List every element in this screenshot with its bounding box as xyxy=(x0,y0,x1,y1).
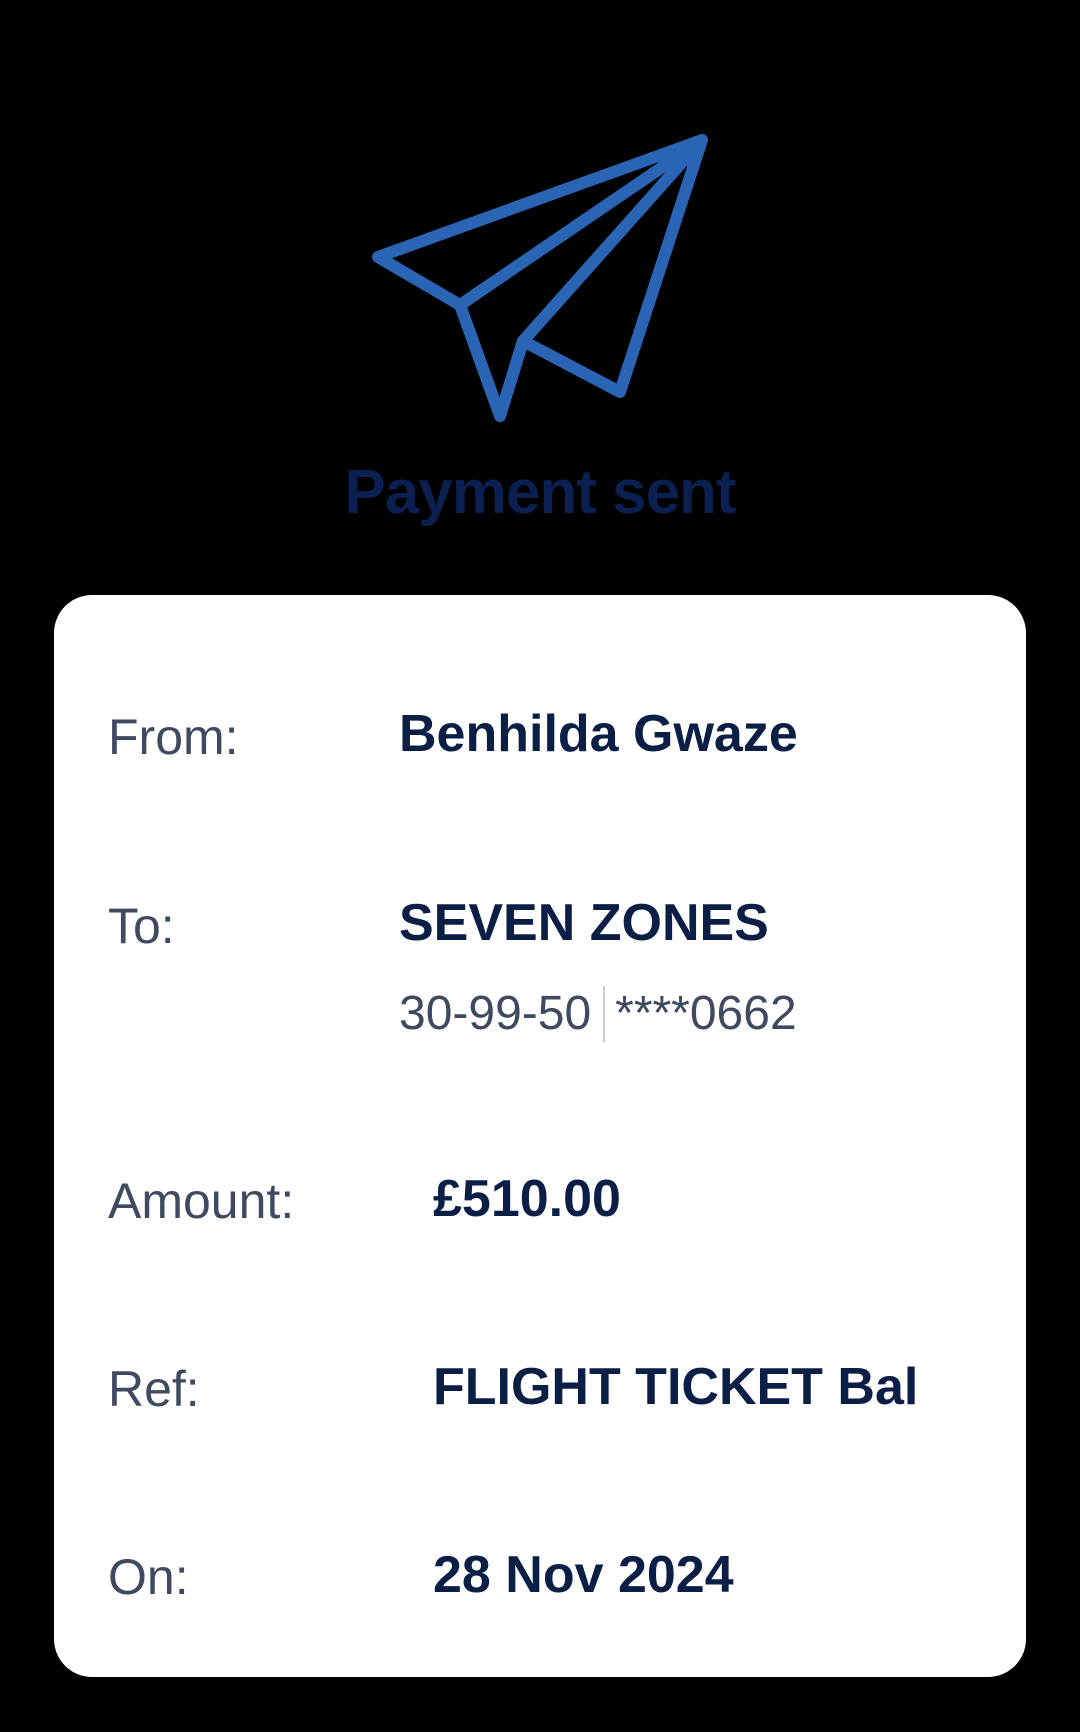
ref-value: FLIGHT TICKET Bal xyxy=(433,1358,919,1416)
page-title: Payment sent xyxy=(344,458,736,527)
amount-value: £510.00 xyxy=(433,1170,621,1228)
payment-details-card: From: Benhilda Gwaze To: SEVEN ZONES 30-… xyxy=(54,595,1026,1677)
from-label: From: xyxy=(108,709,239,765)
to-label: To: xyxy=(108,898,175,954)
divider xyxy=(603,986,606,1042)
account-details: 30-99-50 ****0662 xyxy=(399,986,797,1042)
account-number: ****0662 xyxy=(615,987,797,1040)
paper-plane-icon xyxy=(372,134,708,422)
to-value: SEVEN ZONES xyxy=(399,894,769,952)
amount-label: Amount: xyxy=(108,1173,295,1229)
date-value: 28 Nov 2024 xyxy=(433,1546,734,1604)
sort-code: 30-99-50 xyxy=(399,987,592,1040)
date-label: On: xyxy=(108,1549,189,1605)
from-value: Benhilda Gwaze xyxy=(399,705,798,763)
confirmation-header: Payment sent xyxy=(0,0,1080,590)
ref-label: Ref: xyxy=(108,1361,200,1417)
